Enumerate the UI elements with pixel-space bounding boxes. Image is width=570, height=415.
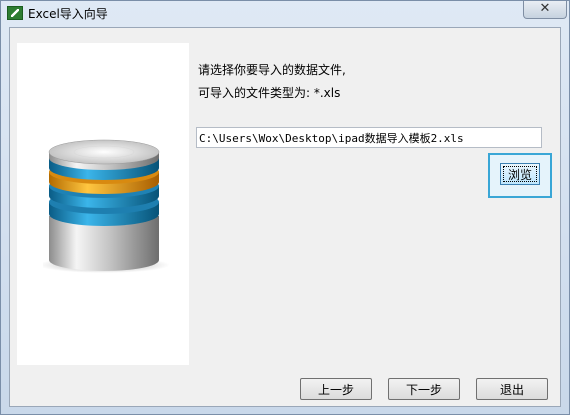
excel-import-wizard-window: Excel导入向导 ✕ 请选择你要导入的数据文件, 可导入的文件类型为: *.x… bbox=[0, 0, 570, 415]
side-image-panel bbox=[17, 43, 189, 365]
next-step-button[interactable]: 下一步 bbox=[388, 378, 460, 400]
exit-button[interactable]: 退出 bbox=[476, 378, 548, 400]
prompt-text-line2: 可导入的文件类型为: *.xls bbox=[198, 86, 341, 100]
file-path-input[interactable] bbox=[196, 127, 542, 148]
excel-icon bbox=[7, 6, 23, 20]
prev-step-button[interactable]: 上一步 bbox=[300, 378, 372, 400]
browse-button-focus-frame: 浏览 bbox=[488, 153, 552, 198]
prompt-text-line1: 请选择你要导入的数据文件, bbox=[198, 63, 346, 77]
window-title: Excel导入向导 bbox=[28, 7, 108, 21]
browse-button[interactable]: 浏览 bbox=[500, 163, 540, 185]
title-bar[interactable]: Excel导入向导 ✕ bbox=[1, 1, 569, 27]
wizard-content: 请选择你要导入的数据文件, 可导入的文件类型为: *.xls 浏览 上一步 下一… bbox=[9, 27, 561, 407]
close-button[interactable]: ✕ bbox=[523, 1, 567, 19]
database-icon bbox=[43, 139, 169, 273]
